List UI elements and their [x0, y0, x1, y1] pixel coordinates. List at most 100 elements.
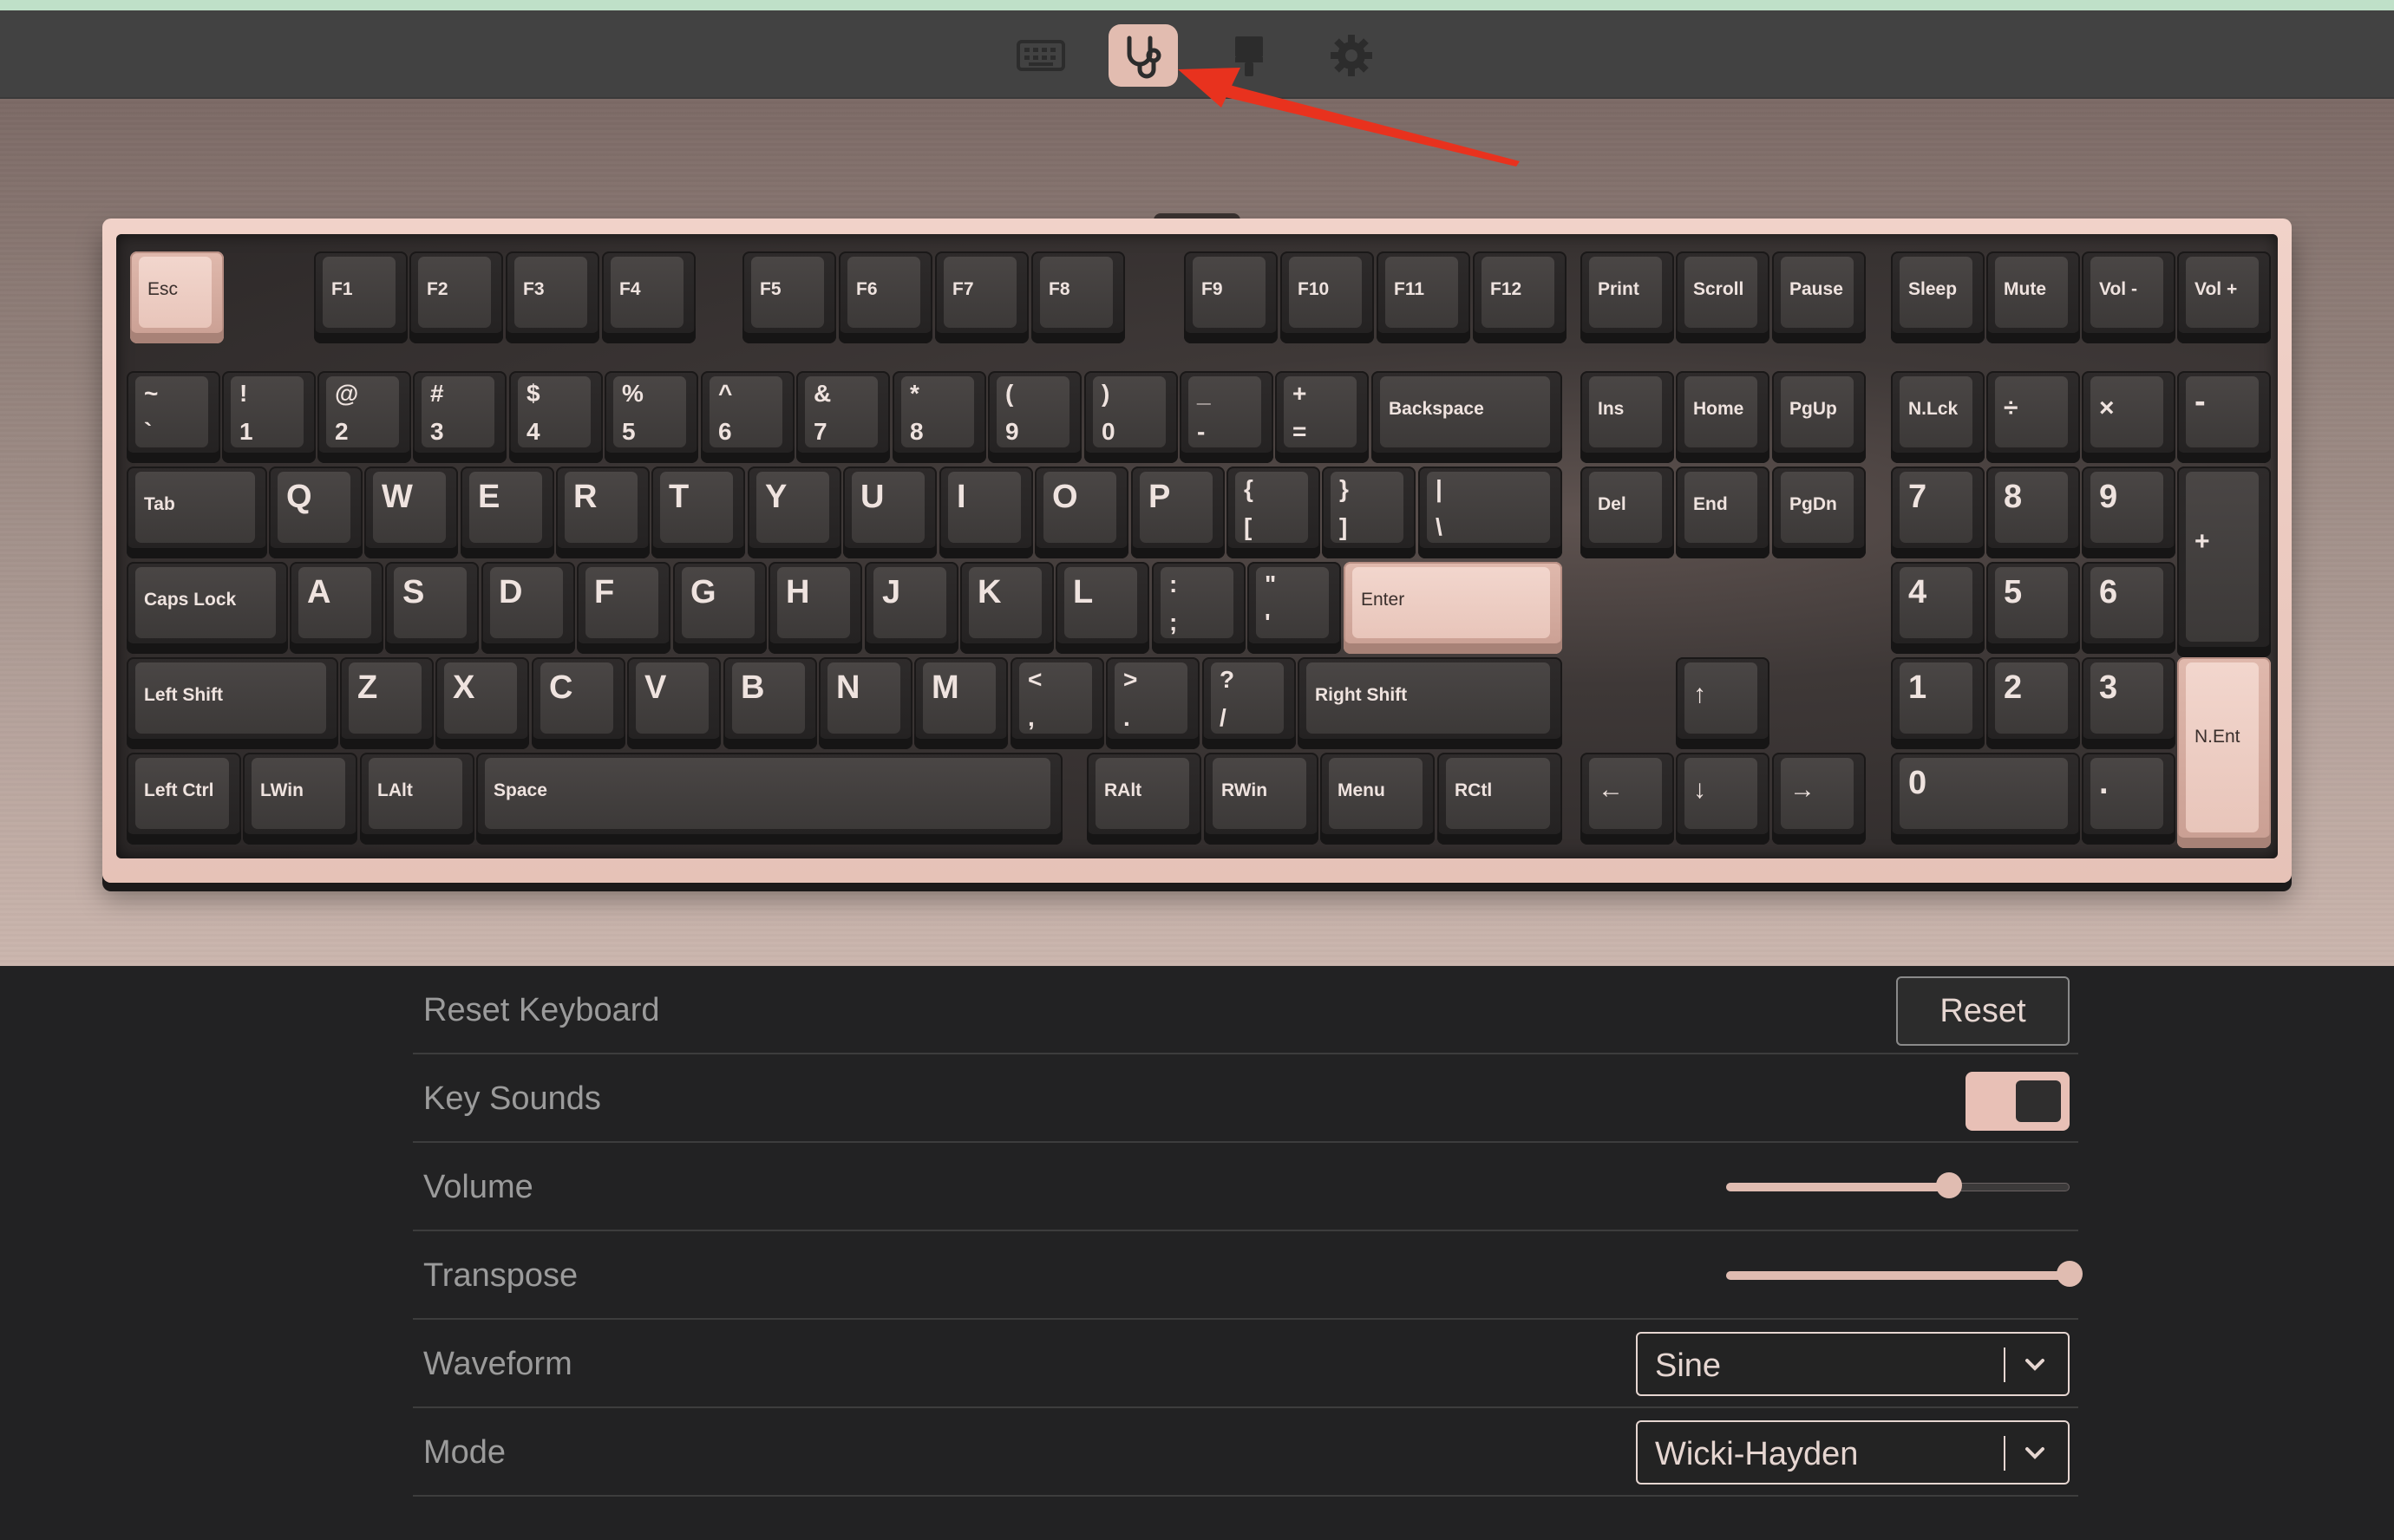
key-enter[interactable]: Enter — [1344, 562, 1562, 654]
key-d[interactable]: D — [481, 562, 575, 654]
key-f10[interactable]: F10 — [1280, 251, 1374, 343]
key-f2[interactable]: F2 — [409, 251, 503, 343]
key-3[interactable]: 3 — [2082, 657, 2175, 749]
key-3[interactable]: #3 — [413, 371, 507, 463]
key-t[interactable]: T — [651, 467, 745, 558]
key-mute[interactable]: Mute — [1986, 251, 2080, 343]
key-b[interactable]: B — [723, 657, 817, 749]
key-y[interactable]: Y — [748, 467, 841, 558]
key-6[interactable]: ^ 6 — [701, 371, 795, 463]
key-lalt[interactable]: LAlt — [360, 753, 474, 845]
key-w[interactable]: W — [364, 467, 458, 558]
key-8[interactable]: 8 — [1986, 467, 2080, 558]
key-r[interactable]: R — [556, 467, 650, 558]
reset-button[interactable]: Reset — [1896, 976, 2070, 1046]
key-symbol[interactable]: | \ — [1418, 467, 1562, 558]
key-9[interactable]: 9 — [2082, 467, 2175, 558]
waveform-select[interactable]: Sine — [1636, 1332, 2070, 1396]
key-x[interactable]: X — [435, 657, 529, 749]
key-f11[interactable]: F11 — [1377, 251, 1470, 343]
volume-slider[interactable] — [1726, 1172, 2070, 1198]
key-k[interactable]: K — [960, 562, 1054, 654]
key-sounds-toggle[interactable] — [1966, 1072, 2070, 1131]
key-0[interactable]: 0 — [1891, 753, 2080, 845]
key-symbol[interactable]: ← — [1580, 753, 1674, 845]
key-q[interactable]: Q — [269, 467, 363, 558]
key-c[interactable]: C — [532, 657, 625, 749]
key-v[interactable]: V — [627, 657, 721, 749]
key-l[interactable]: L — [1056, 562, 1149, 654]
key-ralt[interactable]: RAlt — [1087, 753, 1201, 845]
key-menu[interactable]: Menu — [1320, 753, 1435, 845]
key-symbol[interactable]: ÷ — [1986, 371, 2080, 463]
key-7[interactable]: & 7 — [796, 371, 890, 463]
key-m[interactable]: M — [914, 657, 1008, 749]
key-scroll[interactable]: Scroll — [1676, 251, 1769, 343]
key-esc[interactable]: Esc — [130, 251, 224, 343]
key-symbol[interactable]: . — [2082, 753, 2175, 845]
key-backspace[interactable]: Backspace — [1371, 371, 1562, 463]
key-1[interactable]: 1 — [1891, 657, 1985, 749]
key-5[interactable]: 5 — [1986, 562, 2080, 654]
key-symbol[interactable]: ~ ` — [127, 371, 220, 463]
key-a[interactable]: A — [290, 562, 383, 654]
key-4[interactable]: 4 — [1891, 562, 1985, 654]
key-2[interactable]: 2 — [1986, 657, 2080, 749]
key-1[interactable]: ! 1 — [222, 371, 316, 463]
key-sleep[interactable]: Sleep — [1891, 251, 1985, 343]
transpose-slider[interactable] — [1726, 1261, 2083, 1287]
key-right-shift[interactable]: Right Shift — [1298, 657, 1562, 749]
key-f1[interactable]: F1 — [314, 251, 408, 343]
key-symbol[interactable]: >. — [1106, 657, 1200, 749]
key-f[interactable]: F — [577, 562, 670, 654]
key-f5[interactable]: F5 — [742, 251, 836, 343]
key-del[interactable]: Del — [1580, 467, 1674, 558]
key-symbol[interactable]: → — [1772, 753, 1866, 845]
key-n-ent[interactable]: N.Ent — [2177, 657, 2271, 848]
key-j[interactable]: J — [865, 562, 958, 654]
key-symbol[interactable]: ? / — [1202, 657, 1296, 749]
key-symbol[interactable]: ↑ — [1676, 657, 1769, 749]
key-ins[interactable]: Ins — [1580, 371, 1674, 463]
key-rwin[interactable]: RWin — [1204, 753, 1318, 845]
key-lwin[interactable]: LWin — [243, 753, 357, 845]
key-f4[interactable]: F4 — [602, 251, 696, 343]
key-e[interactable]: E — [461, 467, 554, 558]
key-0[interactable]: ) 0 — [1084, 371, 1178, 463]
key-symbol[interactable]: - — [2177, 371, 2271, 463]
key-symbol[interactable]: }] — [1322, 467, 1416, 558]
key-6[interactable]: 6 — [2082, 562, 2175, 654]
key-symbol[interactable]: <, — [1011, 657, 1104, 749]
slider-thumb[interactable] — [2057, 1261, 2083, 1287]
key-caps-lock[interactable]: Caps Lock — [127, 562, 288, 654]
key-2[interactable]: @2 — [317, 371, 411, 463]
key-pause[interactable]: Pause — [1772, 251, 1866, 343]
key-symbol[interactable]: _ - — [1180, 371, 1273, 463]
key-f3[interactable]: F3 — [506, 251, 599, 343]
key-symbol[interactable]: + = — [1275, 371, 1369, 463]
mode-select[interactable]: Wicki-Hayden — [1636, 1420, 2070, 1485]
key-vol[interactable]: Vol - — [2082, 251, 2175, 343]
key-rctl[interactable]: RCtl — [1437, 753, 1562, 845]
key-7[interactable]: 7 — [1891, 467, 1985, 558]
key-tab[interactable]: Tab — [127, 467, 267, 558]
key-g[interactable]: G — [673, 562, 767, 654]
key-end[interactable]: End — [1676, 467, 1769, 558]
key-vol[interactable]: Vol + — [2177, 251, 2271, 343]
key-f7[interactable]: F7 — [935, 251, 1029, 343]
key-i[interactable]: I — [939, 467, 1033, 558]
key-4[interactable]: $4 — [509, 371, 603, 463]
key-u[interactable]: U — [843, 467, 937, 558]
key-9[interactable]: (9 — [988, 371, 1082, 463]
key-8[interactable]: * 8 — [893, 371, 986, 463]
key-print[interactable]: Print — [1580, 251, 1674, 343]
key-left-shift[interactable]: Left Shift — [127, 657, 338, 749]
key-symbol[interactable]: {[ — [1226, 467, 1320, 558]
key-h[interactable]: H — [769, 562, 862, 654]
key-home[interactable]: Home — [1676, 371, 1769, 463]
key-pgup[interactable]: PgUp — [1772, 371, 1866, 463]
key-z[interactable]: Z — [340, 657, 434, 749]
key-symbol[interactable]: " ' — [1247, 562, 1341, 654]
key-f8[interactable]: F8 — [1031, 251, 1125, 343]
key-f6[interactable]: F6 — [839, 251, 932, 343]
